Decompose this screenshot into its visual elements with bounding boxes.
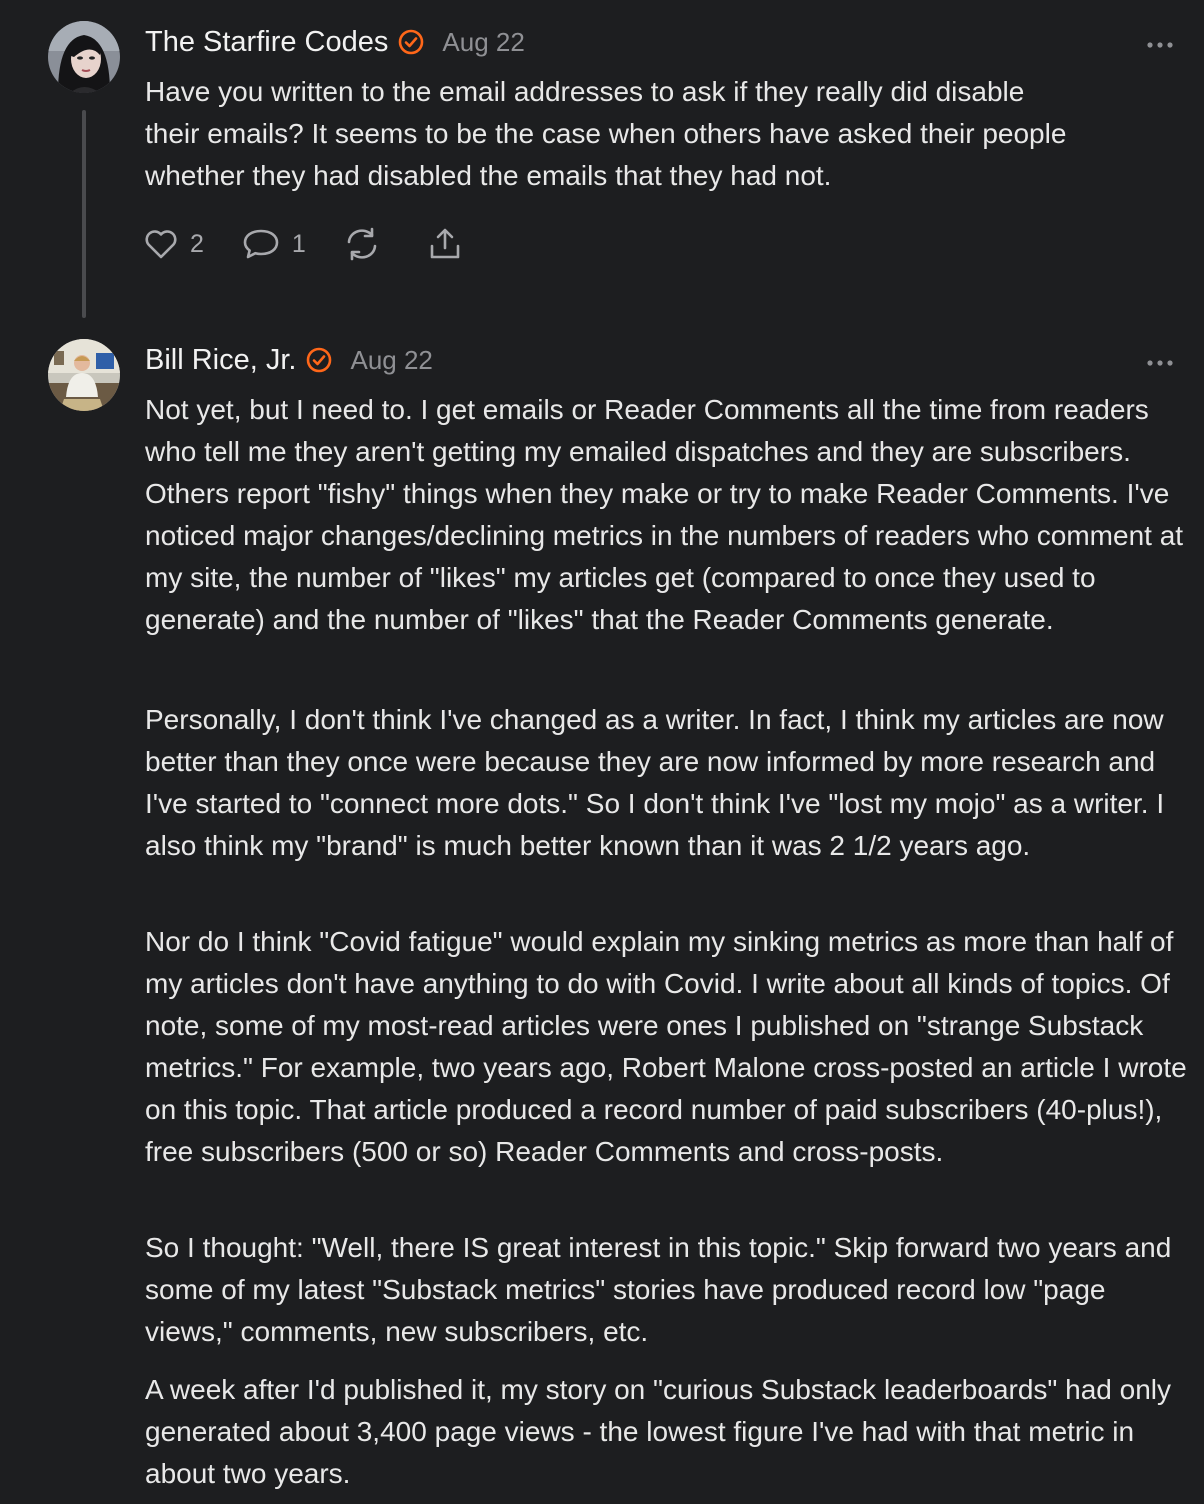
more-icon[interactable] xyxy=(1146,355,1174,366)
author-name[interactable]: Bill Rice, Jr. xyxy=(145,344,296,377)
author-name[interactable]: The Starfire Codes xyxy=(145,26,388,59)
like-button[interactable]: 2 xyxy=(144,228,204,260)
comment-icon xyxy=(242,227,280,261)
avatar-starfire[interactable] xyxy=(48,21,120,93)
reply-count: 1 xyxy=(291,229,306,258)
like-count: 2 xyxy=(190,229,204,258)
comment-paragraph: Not yet, but I need to. I get emails or … xyxy=(145,394,1184,635)
reply-button[interactable]: 1 xyxy=(242,227,306,261)
comment-bill-rice: Bill Rice, Jr. Aug 22 Not yet, but I nee… xyxy=(0,320,1204,1504)
more-icon[interactable] xyxy=(1146,37,1174,48)
body-line: Have you written to the email addresses … xyxy=(145,76,1025,107)
heart-icon xyxy=(144,228,178,260)
verified-badge-icon xyxy=(398,29,424,55)
body-line: their emails? It seems to be the case wh… xyxy=(145,118,1067,149)
comment-date[interactable]: Aug 22 xyxy=(442,27,524,58)
comment-date[interactable]: Aug 22 xyxy=(350,345,432,376)
restack-icon xyxy=(344,227,380,261)
comment-paragraph: Nor do I think "Covid fatigue" would exp… xyxy=(145,926,1187,1167)
share-button[interactable] xyxy=(428,226,462,262)
thread-line xyxy=(82,110,86,318)
comment-paragraph: Personally, I don't think I've changed a… xyxy=(145,704,1165,861)
restack-button[interactable] xyxy=(344,227,380,261)
share-icon xyxy=(428,226,462,262)
comment-starfire: The Starfire Codes Aug 22 Have you writt… xyxy=(0,0,1204,320)
comment-paragraph: A week after I'd published it, my story … xyxy=(145,1374,1171,1489)
comment-body: Have you written to the email addresses … xyxy=(145,71,1185,197)
comment-header: The Starfire Codes Aug 22 xyxy=(145,22,525,62)
avatar-bill-rice[interactable] xyxy=(48,339,120,411)
body-line: whether they had disabled the emails tha… xyxy=(145,160,832,191)
comment-actions: 2 1 xyxy=(144,222,500,266)
verified-badge-icon xyxy=(306,347,332,373)
comment-header: Bill Rice, Jr. Aug 22 xyxy=(145,340,433,380)
comment-paragraph: So I thought: "Well, there IS great inte… xyxy=(145,1232,1172,1347)
